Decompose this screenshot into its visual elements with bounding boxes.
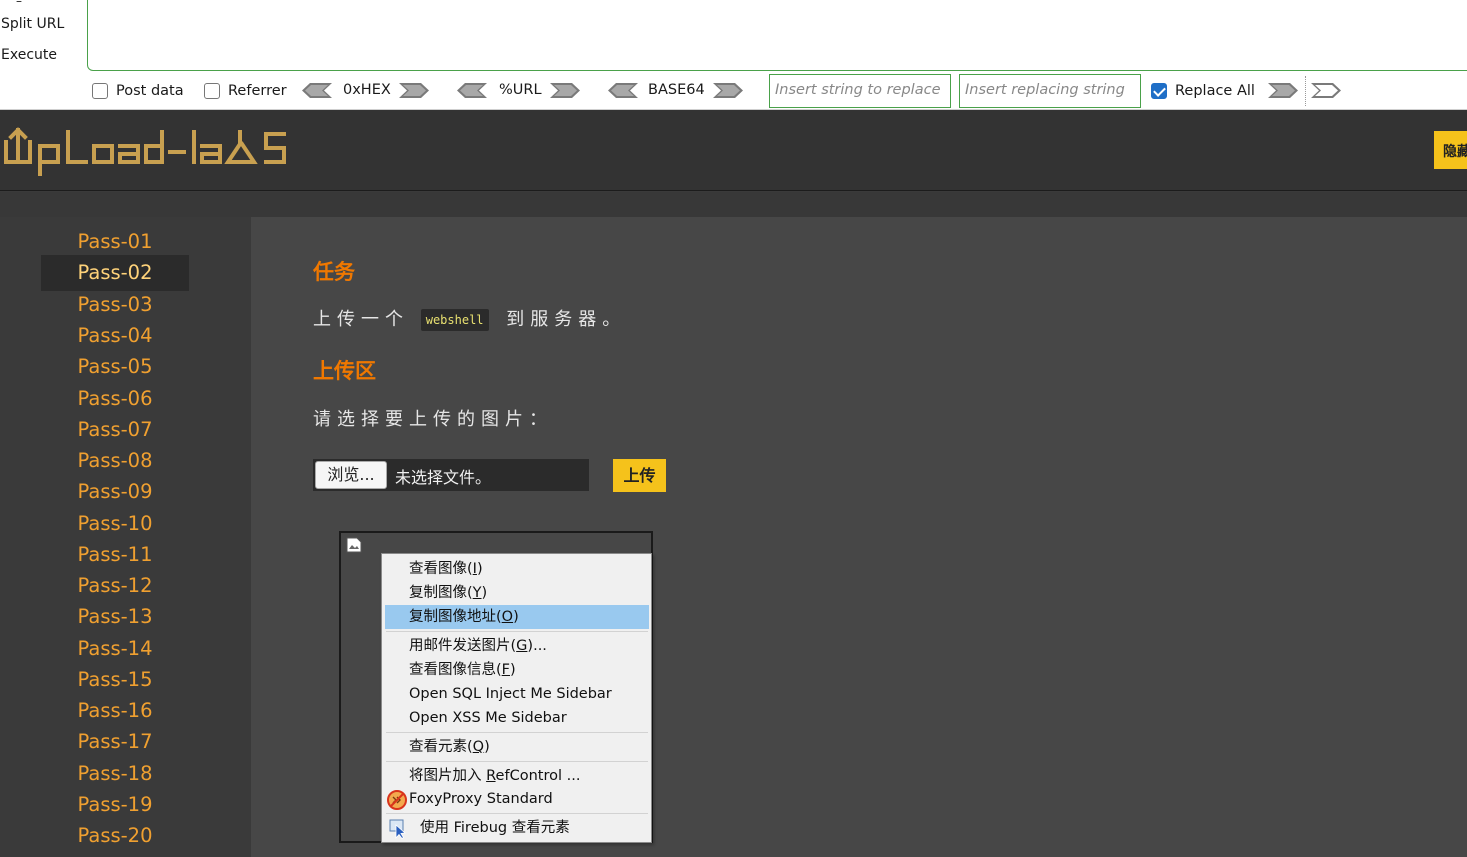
referrer-checkbox-box[interactable]	[204, 83, 220, 99]
task-text-before: 上传一个	[313, 309, 409, 330]
url-textarea[interactable]	[87, 0, 1467, 71]
file-input[interactable]: 浏览... 未选择文件。	[313, 459, 589, 491]
url-encode-arrow-icon[interactable]	[550, 82, 580, 99]
sidebar-item-pass-20[interactable]: Pass-20	[41, 818, 189, 854]
menu-view-image-info-label: 查看图像信息(	[409, 662, 502, 678]
post-data-checkbox[interactable]: Post data	[92, 83, 184, 99]
task-text-after: 到服务器。	[506, 309, 627, 330]
task-description: 上传一个 webshell 到服务器。	[313, 305, 626, 331]
url-decode-arrow-icon[interactable]	[457, 82, 487, 99]
hex-decode-arrow-icon[interactable]	[302, 82, 332, 99]
base64-encode-arrow-icon[interactable]	[713, 82, 743, 99]
hide-button[interactable]: 隐藏	[1434, 131, 1467, 169]
url-encoder-label: %URL	[499, 82, 542, 98]
replace-arrow-icon[interactable]	[1268, 82, 1298, 99]
hackbar-options-row: Post data Referrer 0xHEX %URL BASE64 Ins…	[0, 72, 1467, 110]
menu-sql-inject-me[interactable]: Open SQL Inject Me Sidebar	[385, 682, 649, 706]
hackbar-command-panel: – Split URL Execute	[0, 0, 87, 72]
menu-separator	[386, 631, 648, 632]
menu-copy-image-tail: )	[481, 585, 488, 601]
menu-copy-image-label: 复制图像(	[409, 585, 473, 601]
menu-add-refcontrol-accesskey: R	[486, 768, 496, 784]
menu-inspect-element[interactable]: 查看元素(Q)	[385, 735, 649, 759]
replace-all-checkbox[interactable]: Replace All	[1151, 83, 1255, 99]
menu-xss-me[interactable]: Open XSS Me Sidebar	[385, 706, 649, 730]
site-header: 隐藏	[0, 110, 1467, 191]
sidebar-item-pass-09[interactable]: Pass-09	[41, 474, 189, 510]
menu-firebug-inspect-label: 使用 Firebug 查看元素	[420, 820, 570, 836]
sidebar-item-pass-02[interactable]: Pass-02	[41, 255, 189, 291]
menu-view-image-info-accesskey: F	[501, 662, 511, 678]
referrer-checkbox[interactable]: Referrer	[204, 83, 287, 99]
menu-separator	[386, 761, 648, 762]
choose-image-label: 请选择要上传的图片：	[313, 409, 553, 430]
menu-view-image-info-tail: )	[510, 662, 516, 678]
menu-inspect-element-tail: )	[484, 739, 490, 755]
menu-firebug-inspect[interactable]: 使用 Firebug 查看元素	[385, 816, 649, 840]
menu-add-refcontrol[interactable]: 将图片加入 RefControl ...	[385, 764, 649, 788]
menu-copy-image[interactable]: 复制图像(Y)	[385, 581, 649, 605]
hex-encoder-label: 0xHEX	[343, 82, 391, 98]
menu-add-refcontrol-tail: efControl ...	[495, 768, 581, 784]
hex-encode-arrow-icon[interactable]	[399, 82, 429, 99]
menu-copy-image-address-tail: )	[513, 609, 519, 625]
file-status-text: 未选择文件。	[395, 468, 492, 487]
post-data-checkbox-box[interactable]	[92, 83, 108, 99]
menu-separator	[386, 813, 648, 814]
extra-arrow-icon[interactable]	[1311, 82, 1341, 99]
menu-email-image-accesskey: G	[516, 638, 528, 654]
browse-button[interactable]: 浏览...	[315, 461, 387, 489]
menu-view-image[interactable]: 查看图像(I)	[385, 557, 649, 581]
firebug-icon	[389, 819, 406, 839]
upload-button[interactable]: 上传	[613, 459, 666, 492]
replacing-string-input[interactable]: Insert replacing string	[959, 74, 1141, 108]
menu-copy-image-address[interactable]: 复制图像地址(O)	[385, 605, 649, 629]
menu-view-image-label: 查看图像(	[409, 561, 473, 577]
task-heading: 任务	[313, 260, 355, 284]
hackbar-toolbar: – Split URL Execute Post data Referrer 0…	[0, 0, 1467, 110]
menu-copy-image-address-accesskey: O	[501, 609, 514, 625]
referrer-label: Referrer	[228, 83, 287, 99]
sidebar-item-pass-17[interactable]: Pass-17	[41, 724, 189, 760]
load-url-command-fragment[interactable]: –	[16, 0, 22, 8]
menu-view-image-info[interactable]: 查看图像信息(F)	[385, 658, 649, 682]
upload-area-heading: 上传区	[313, 359, 376, 383]
replace-string-input[interactable]: Insert string to replace	[769, 74, 951, 108]
base64-encoder-label: BASE64	[648, 82, 705, 98]
sidebar: Pass-01 Pass-02 Pass-03 Pass-04 Pass-05 …	[0, 217, 251, 857]
split-url-command[interactable]: Split URL	[1, 16, 64, 32]
broken-image-icon	[346, 537, 362, 553]
menu-email-image[interactable]: 用邮件发送图片(G)...	[385, 634, 649, 658]
toolbar-separator	[1305, 76, 1306, 106]
menu-copy-image-accesskey: Y	[472, 585, 482, 601]
menu-inspect-element-accesskey: Q	[472, 739, 485, 755]
base64-decode-arrow-icon[interactable]	[608, 82, 638, 99]
image-context-menu: 查看图像(I) 复制图像(Y) 复制图像地址(O) 用邮件发送图片(G)... …	[381, 553, 652, 843]
upload-labs-logo[interactable]	[2, 124, 292, 176]
foxyproxy-icon	[387, 790, 407, 810]
webshell-code: webshell	[420, 309, 489, 331]
post-data-label: Post data	[116, 83, 184, 99]
menu-copy-image-address-label: 复制图像地址(	[409, 609, 502, 625]
menu-email-image-tail: )...	[527, 638, 547, 654]
sidebar-item-pass-13[interactable]: Pass-13	[41, 599, 189, 635]
menu-foxyproxy[interactable]: FoxyProxy Standard	[385, 787, 649, 811]
sidebar-item-pass-05[interactable]: Pass-05	[41, 349, 189, 385]
menu-view-image-tail: )	[476, 561, 483, 577]
execute-command[interactable]: Execute	[1, 47, 57, 63]
menu-email-image-label: 用邮件发送图片(	[409, 638, 517, 654]
menu-foxyproxy-label: FoxyProxy Standard	[409, 791, 553, 807]
menu-add-refcontrol-label: 将图片加入	[409, 768, 487, 784]
header-divider	[0, 192, 1467, 217]
replace-all-checkbox-box[interactable]	[1151, 83, 1167, 99]
menu-separator	[386, 732, 648, 733]
menu-inspect-element-label: 查看元素(	[409, 739, 473, 755]
replace-all-label: Replace All	[1175, 83, 1255, 99]
